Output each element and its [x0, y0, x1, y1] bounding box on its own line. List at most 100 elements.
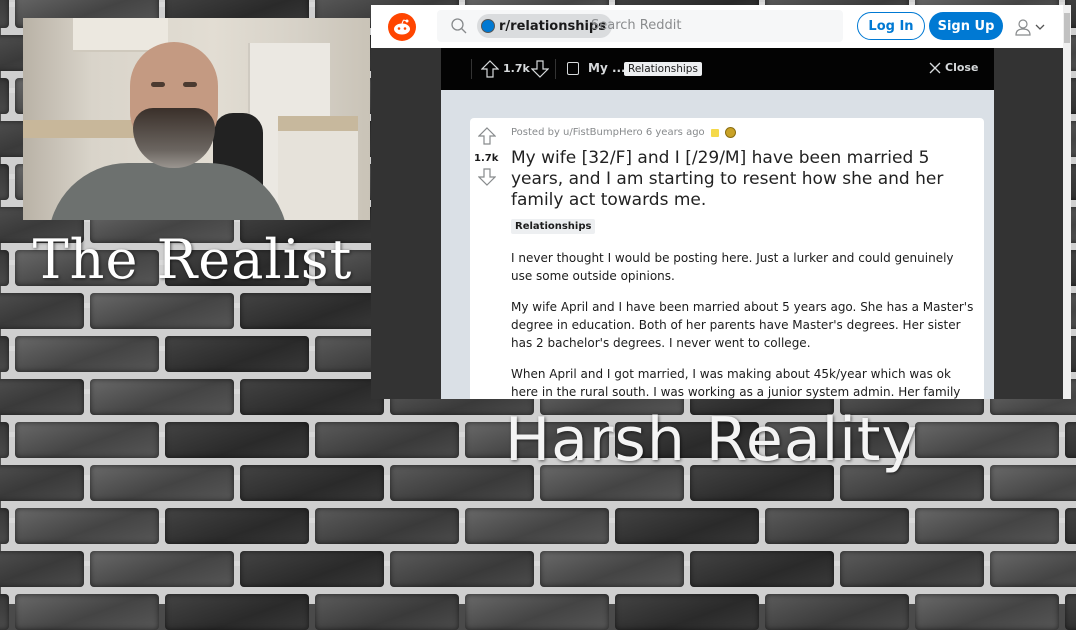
brick	[90, 379, 234, 415]
brick	[915, 422, 1059, 458]
posted-by[interactable]: Posted by u/FistBumpHero 6 years ago	[511, 127, 705, 138]
caption-the-realist: The Realist	[32, 228, 353, 291]
brick	[540, 551, 684, 587]
brick	[0, 465, 84, 501]
brick-row	[0, 594, 1076, 630]
post-content-area: 1.7k Posted by u/FistBumpHero 6 years ag…	[441, 90, 994, 399]
search-bar[interactable]: r/relationships Search Reddit	[437, 10, 843, 42]
brick	[465, 594, 609, 630]
search-icon	[451, 18, 467, 34]
brick	[165, 422, 309, 458]
brick	[15, 336, 159, 372]
award-icon	[724, 127, 736, 138]
overlay-post-title: My ...	[588, 61, 626, 75]
post-overlay-bar: 1.7k My ... Relationships Close	[441, 48, 994, 90]
post-meta: Posted by u/FistBumpHero 6 years ago	[511, 127, 736, 138]
brick	[915, 508, 1059, 544]
webcam-person-beard	[133, 108, 215, 168]
close-button[interactable]: Close	[929, 61, 978, 74]
webcam-counter-right	[278, 116, 358, 131]
brick	[165, 336, 309, 372]
snoo-icon	[394, 19, 410, 35]
brick	[690, 551, 834, 587]
post-paragraph: When April and I got married, I was maki…	[511, 367, 961, 399]
brick	[465, 508, 609, 544]
brick	[990, 465, 1076, 501]
search-input[interactable]: Search Reddit	[591, 18, 681, 33]
brick	[0, 379, 84, 415]
caption-harsh-reality: Harsh Reality	[505, 405, 918, 475]
post-paragraph: My wife April and I have been married ab…	[511, 300, 974, 350]
post-title: My wife [32/F] and I [/29/M] have been m…	[511, 148, 944, 210]
brick	[0, 594, 9, 630]
brick	[165, 508, 309, 544]
webcam-person-eye	[183, 82, 197, 87]
brick	[90, 551, 234, 587]
post-text-icon	[567, 62, 579, 75]
brick	[990, 551, 1076, 587]
brick	[315, 508, 459, 544]
brick	[390, 551, 534, 587]
webcam-counter	[23, 120, 148, 138]
brick	[1065, 508, 1076, 544]
arrow-down-icon[interactable]	[531, 60, 549, 78]
brick	[765, 594, 909, 630]
subreddit-icon	[481, 19, 495, 33]
overlay-vote-count: 1.7k	[503, 62, 530, 75]
brick	[165, 594, 309, 630]
sign-up-button[interactable]: Sign Up	[929, 12, 1003, 40]
brick	[0, 293, 84, 329]
brick	[240, 465, 384, 501]
brick	[840, 551, 984, 587]
brick	[240, 551, 384, 587]
post-paragraph: I never thought I would be posting here.…	[511, 251, 954, 283]
post-card: 1.7k Posted by u/FistBumpHero 6 years ag…	[470, 118, 984, 399]
brick	[315, 594, 459, 630]
divider	[471, 59, 472, 79]
scrollbar-thumb[interactable]	[1064, 13, 1070, 43]
webcam-lower-cabinet	[278, 131, 358, 220]
brick	[315, 422, 459, 458]
divider	[555, 59, 556, 79]
close-icon	[929, 62, 941, 73]
brick-row	[0, 508, 1076, 544]
upvote-icon[interactable]	[478, 127, 496, 145]
award-icon	[710, 128, 719, 137]
brick	[615, 594, 759, 630]
brick	[0, 78, 9, 114]
brick	[1065, 422, 1076, 458]
post-flair[interactable]: Relationships	[511, 219, 596, 234]
webcam-person-eye	[151, 82, 165, 87]
brick	[0, 164, 9, 200]
brick	[240, 293, 384, 329]
downvote-icon[interactable]	[478, 168, 496, 186]
webcam-feed	[23, 18, 370, 220]
brick	[0, 336, 9, 372]
brick	[765, 508, 909, 544]
user-icon	[1015, 19, 1031, 36]
brick	[915, 594, 1059, 630]
brick	[15, 422, 159, 458]
user-menu-button[interactable]	[1014, 16, 1050, 38]
brick	[90, 465, 234, 501]
reddit-logo-icon[interactable]	[388, 13, 416, 41]
brick-row	[0, 551, 1076, 587]
chevron-down-icon	[1035, 24, 1045, 30]
brick	[90, 293, 234, 329]
reddit-browser-window: r/relationships Search Reddit Log In Sig…	[371, 5, 1071, 399]
brick	[1065, 594, 1076, 630]
page-scrollbar[interactable]	[1063, 5, 1071, 399]
subreddit-chip-label: r/relationships	[499, 18, 606, 34]
arrow-up-icon[interactable]	[481, 60, 499, 78]
close-label: Close	[945, 61, 979, 74]
vote-count: 1.7k	[474, 153, 499, 164]
brick	[0, 551, 84, 587]
post-body: I never thought I would be posting here.…	[511, 249, 976, 399]
brick	[0, 508, 9, 544]
brick	[15, 594, 159, 630]
overlay-flair: Relationships	[624, 62, 702, 76]
brick	[15, 508, 159, 544]
brick	[615, 508, 759, 544]
log-in-button[interactable]: Log In	[857, 12, 925, 40]
reddit-header: r/relationships Search Reddit Log In Sig…	[371, 5, 1063, 48]
